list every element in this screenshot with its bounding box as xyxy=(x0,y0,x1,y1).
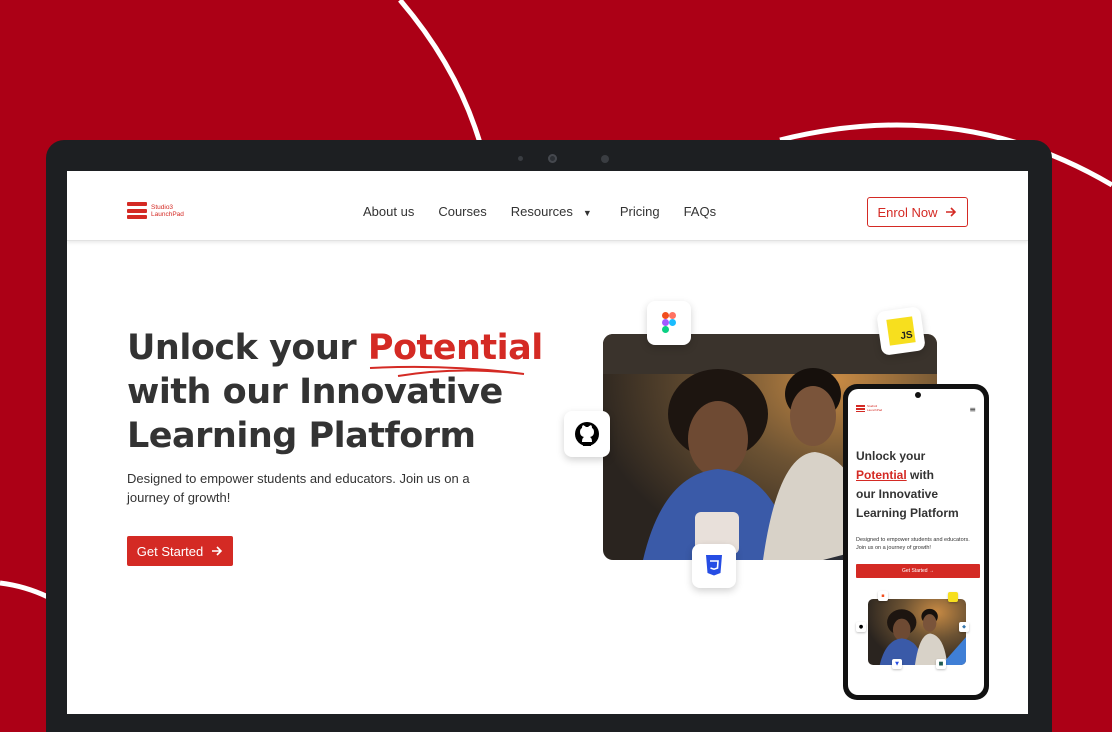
enrol-now-button[interactable]: Enrol Now xyxy=(867,197,968,227)
nav-resources-label: Resources xyxy=(510,204,573,219)
hamburger-menu-icon[interactable]: ≡ xyxy=(969,405,976,414)
nav-resources[interactable]: Resources ▼ xyxy=(511,204,592,219)
laptop-sensor xyxy=(601,155,609,163)
mobile-hero-subtitle: Designed to empower students and educato… xyxy=(856,537,970,551)
mobile-figma-icon: ▪ xyxy=(878,591,888,601)
mobile-students-photo xyxy=(868,599,966,665)
logo-mark-icon xyxy=(856,405,865,412)
logo-mark-icon xyxy=(127,202,147,219)
get-started-label: Get Started xyxy=(136,543,204,559)
css3-icon xyxy=(692,544,736,588)
mobile-screen: Studio3 LaunchPad ≡ Unlock your Potential… xyxy=(848,389,984,695)
hero-heading: Unlock your Potential with our Innovativ… xyxy=(127,326,543,458)
mobile-css3-icon: ▼ xyxy=(892,659,902,669)
laptop-webcam xyxy=(548,154,557,163)
mobile-brand-logo[interactable]: Studio3 LaunchPad xyxy=(856,404,883,412)
mobile-app-icon: ■ xyxy=(936,659,946,669)
brand-name: Studio3 LaunchPad xyxy=(151,203,184,218)
javascript-icon: JS xyxy=(876,306,926,356)
underline-swoosh xyxy=(369,365,524,377)
hero-subtitle: Designed to empower students and educato… xyxy=(127,471,470,505)
website-screen: Studio3 LaunchPad About us Courses Resou… xyxy=(67,171,1028,714)
nav-about-us[interactable]: About us xyxy=(363,204,414,219)
mobile-brand-name: Studio3 LaunchPad xyxy=(867,404,883,412)
hero-heading-part: Unlock your xyxy=(127,328,368,368)
hero-accent-word: Potential xyxy=(368,328,543,377)
mobile-javascript-icon xyxy=(948,592,958,602)
nav-faqs[interactable]: FAQs xyxy=(684,204,717,219)
mobile-github-icon: ● xyxy=(856,622,866,632)
mobile-hero-heading: Unlock your Potential with our Innovativ… xyxy=(856,449,959,520)
laptop-sensor xyxy=(518,156,523,161)
arrow-right-icon xyxy=(946,207,957,217)
nav-courses[interactable]: Courses xyxy=(438,204,486,219)
nav-pricing[interactable]: Pricing xyxy=(620,204,660,219)
javascript-badge: JS xyxy=(886,316,916,346)
github-icon xyxy=(564,411,610,457)
caret-down-icon: ▼ xyxy=(582,208,592,218)
phone-camera xyxy=(915,392,921,398)
hero-heading-line: Learning Platform xyxy=(127,416,476,456)
top-navbar: Studio3 LaunchPad About us Courses Resou… xyxy=(67,171,1028,241)
nav-links: About us Courses Resources ▼ Pricing FAQs xyxy=(363,204,716,219)
mobile-python-icon: ◆ xyxy=(959,622,969,632)
figma-icon xyxy=(647,301,691,345)
mobile-get-started-button[interactable]: Get Started → xyxy=(856,564,980,578)
get-started-button[interactable]: Get Started xyxy=(127,536,233,566)
laptop-frame: Studio3 LaunchPad About us Courses Resou… xyxy=(46,140,1052,732)
brand-logo[interactable]: Studio3 LaunchPad xyxy=(127,202,184,219)
enrol-now-label: Enrol Now xyxy=(877,204,938,220)
arrow-right-icon xyxy=(212,546,223,556)
mobile-phone-preview: Studio3 LaunchPad ≡ Unlock your Potential… xyxy=(843,384,989,700)
